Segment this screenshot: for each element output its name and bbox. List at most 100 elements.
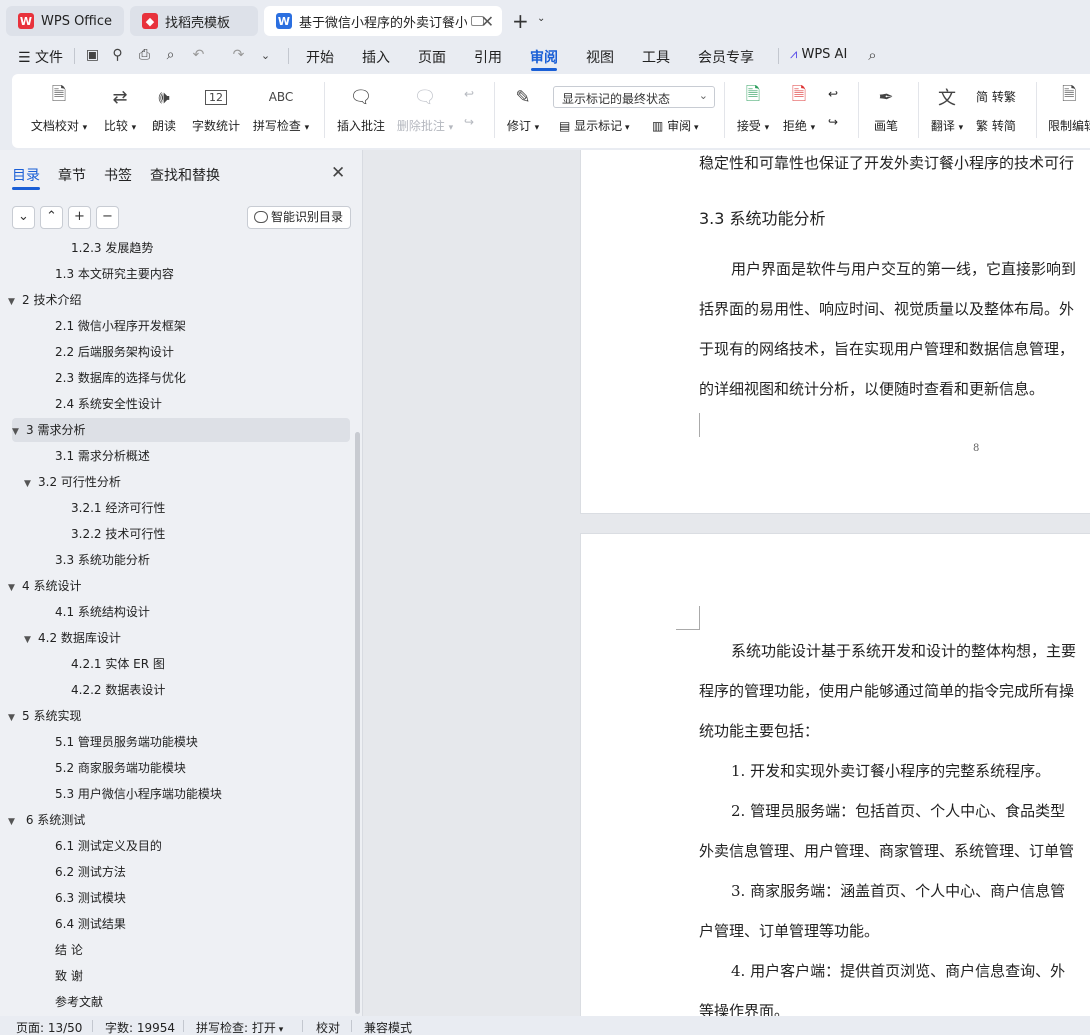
accept-button[interactable]: 🗎 接受	[732, 84, 774, 134]
body-text[interactable]: 系统功能设计基于系统开发和设计的整体构想，主要	[731, 640, 1076, 661]
list-item-text[interactable]: 1. 开发和实现外卖订餐小程序的完整系统程序。	[731, 760, 1050, 781]
toc-item[interactable]: ▼ 3.2 可行性分析	[0, 470, 121, 494]
toc-item[interactable]: 6.1 测试定义及目的	[0, 834, 162, 858]
toc-item[interactable]: 6.2 测试方法	[0, 860, 126, 884]
toc-item[interactable]: 4.1 系统结构设计	[0, 600, 150, 624]
toc-item[interactable]: 4.2.1 实体 ER 图	[0, 652, 165, 676]
collapse-up-button[interactable]: ⌃	[40, 206, 63, 229]
toc-item[interactable]: 参考文献	[0, 990, 103, 1014]
previous-comment-icon[interactable]: ↩	[464, 87, 474, 101]
toc-item[interactable]: 6.3 测试模块	[0, 886, 126, 910]
toc-item[interactable]: 2.3 数据库的选择与优化	[0, 366, 186, 390]
toc-item[interactable]: 2.4 系统安全性设计	[0, 392, 162, 416]
toc-item[interactable]: 5.3 用户微信小程序端功能模块	[0, 782, 222, 806]
close-icon[interactable]: ✕	[331, 163, 345, 183]
expand-triangle-icon[interactable]: ▼	[8, 290, 22, 314]
pen-button[interactable]: ✒ 画笔	[870, 84, 902, 134]
expand-down-button[interactable]: ⌄	[12, 206, 35, 229]
tab-toc[interactable]: 目录	[12, 165, 40, 185]
list-item-text[interactable]: 4. 用户客户端：提供首页浏览、商户信息查询、外	[731, 960, 1065, 981]
list-item-text[interactable]: 2. 管理员服务端：包括首页、个人中心、食品类型	[731, 800, 1065, 821]
menu-references[interactable]: 引用	[474, 47, 502, 67]
menu-insert[interactable]: 插入	[362, 47, 390, 67]
close-tab-icon[interactable]: ✕	[481, 12, 494, 31]
restrict-edit-button[interactable]: 🗎 限制编辑	[1048, 84, 1090, 134]
track-changes-button[interactable]: ✎ 修订	[502, 84, 544, 134]
toc-item[interactable]: 3.2.2 技术可行性	[0, 522, 165, 546]
body-text[interactable]: 括界面的易用性、响应时间、视觉质量以及整体布局。外	[699, 298, 1074, 319]
compare-button[interactable]: ⇄ 比较	[98, 84, 142, 134]
menu-home[interactable]: 开始	[306, 47, 334, 67]
toc-item[interactable]: 4.2.2 数据表设计	[0, 678, 165, 702]
body-text[interactable]: 用户界面是软件与用户交互的第一线，它直接影响到	[731, 258, 1076, 279]
expand-triangle-icon[interactable]: ▼	[8, 706, 22, 730]
expand-triangle-icon[interactable]: ▼	[24, 472, 38, 496]
toc-item[interactable]: 3.1 需求分析概述	[0, 444, 150, 468]
toc-item[interactable]: 结 论	[0, 938, 83, 962]
doc-proofread-button[interactable]: 🗎 文档校对	[28, 84, 90, 134]
expand-triangle-icon[interactable]: ▼	[8, 810, 22, 834]
body-text[interactable]: 统功能主要包括：	[699, 720, 819, 741]
share-icon[interactable]: ⚲	[110, 48, 125, 63]
toc-item[interactable]: 5.1 管理员服务端功能模块	[0, 730, 198, 754]
page-indicator[interactable]: 页面: 13/50	[16, 1019, 82, 1035]
toc-item[interactable]: ▼ 3 需求分析	[12, 418, 350, 442]
chevron-down-icon[interactable]: ⌄	[258, 48, 273, 63]
toc-item[interactable]: 2.1 微信小程序开发框架	[0, 314, 186, 338]
toc-item[interactable]: 3.3 系统功能分析	[0, 548, 150, 572]
list-item-text[interactable]: 3. 商家服务端：涵盖首页、个人中心、商户信息管	[731, 880, 1065, 901]
toc-item[interactable]: ▼ 6 系统测试	[0, 808, 85, 832]
expand-triangle-icon[interactable]: ▼	[12, 420, 26, 444]
remove-heading-button[interactable]: −	[96, 206, 119, 229]
delete-comment-button[interactable]: 🗨 删除批注	[395, 84, 455, 134]
body-text[interactable]: 于现有的网络技术，旨在实现用户管理和数据信息管理，	[699, 338, 1074, 359]
tab-sections[interactable]: 章节	[58, 165, 86, 185]
translate-button[interactable]: 文 翻译	[926, 84, 968, 134]
proofread-status[interactable]: 校对	[316, 1019, 340, 1035]
scrollbar[interactable]	[355, 432, 360, 1014]
body-text[interactable]: 稳定性和可靠性也保证了开发外卖订餐小程序的技术可行	[699, 152, 1074, 173]
tab-docer-templates[interactable]: ◆ 找稻壳模板	[130, 6, 258, 36]
toc-item[interactable]: ▼ 5 系统实现	[0, 704, 81, 728]
spell-check-status[interactable]: 拼写检查: 打开	[196, 1019, 283, 1035]
menu-tools[interactable]: 工具	[642, 47, 670, 67]
chevron-down-icon[interactable]: ⌄	[537, 13, 545, 24]
menu-member[interactable]: 会员专享	[698, 47, 754, 67]
spell-check-button[interactable]: ABC 拼写检查	[250, 84, 312, 134]
body-text[interactable]: 的详细视图和统计分析，以便随时查看和更新信息。	[699, 378, 1044, 399]
expand-triangle-icon[interactable]: ▼	[8, 576, 22, 600]
toc-item[interactable]: 2.2 后端服务架构设计	[0, 340, 174, 364]
markup-display-select[interactable]: 显示标记的最终状态 ⌄	[553, 86, 715, 108]
toc-item[interactable]: 致 谢	[0, 964, 83, 988]
toc-item[interactable]: 5.2 商家服务端功能模块	[0, 756, 186, 780]
toc-item[interactable]: 1.2.3 发展趋势	[0, 238, 153, 260]
search-icon[interactable]: ⌕	[865, 48, 880, 63]
menu-view[interactable]: 视图	[586, 47, 614, 67]
previous-change-icon[interactable]: ↩	[828, 87, 838, 101]
next-comment-icon[interactable]: ↪	[464, 115, 474, 129]
expand-triangle-icon[interactable]: ▼	[24, 628, 38, 652]
toc-item[interactable]: ▼ 4.2 数据库设计	[0, 626, 121, 650]
tab-wps-office[interactable]: W WPS Office	[6, 6, 124, 36]
save-icon[interactable]: ▣	[85, 48, 100, 63]
word-count-indicator[interactable]: 字数: 19954	[105, 1019, 175, 1035]
section-heading[interactable]: 3.3 系统功能分析	[699, 205, 826, 229]
read-aloud-button[interactable]: 🕪 朗读	[148, 84, 180, 134]
tab-document[interactable]: W 基于微信小程序的外卖订餐小程序 ✕	[264, 6, 502, 36]
body-text[interactable]: 外卖信息管理、用户管理、商家管理、系统管理、订单管	[699, 840, 1074, 861]
reject-button[interactable]: 🗎 拒绝	[778, 84, 820, 134]
review-pane-button[interactable]: ▥ 审阅	[652, 117, 699, 134]
word-count-button[interactable]: 12 字数统计	[190, 84, 242, 134]
smart-toc-button[interactable]: 智能识别目录	[247, 206, 351, 229]
tab-bookmarks[interactable]: 书签	[104, 165, 132, 185]
body-text[interactable]: 等操作界面。	[699, 1000, 789, 1016]
toc-item[interactable]: 1.3 本文研究主要内容	[0, 262, 174, 286]
to-simplified-button[interactable]: 繁 转简	[976, 117, 1016, 134]
toc-item[interactable]: ▼ 4 系统设计	[0, 574, 81, 598]
body-text[interactable]: 程序的管理功能，使用户能够通过简单的指令完成所有操	[699, 680, 1074, 701]
next-change-icon[interactable]: ↪	[828, 115, 838, 129]
menu-review[interactable]: 审阅	[530, 47, 558, 67]
add-heading-button[interactable]: +	[68, 206, 91, 229]
insert-comment-button[interactable]: 🗨 插入批注	[334, 84, 388, 134]
toc-item[interactable]: 6.4 测试结果	[0, 912, 126, 936]
